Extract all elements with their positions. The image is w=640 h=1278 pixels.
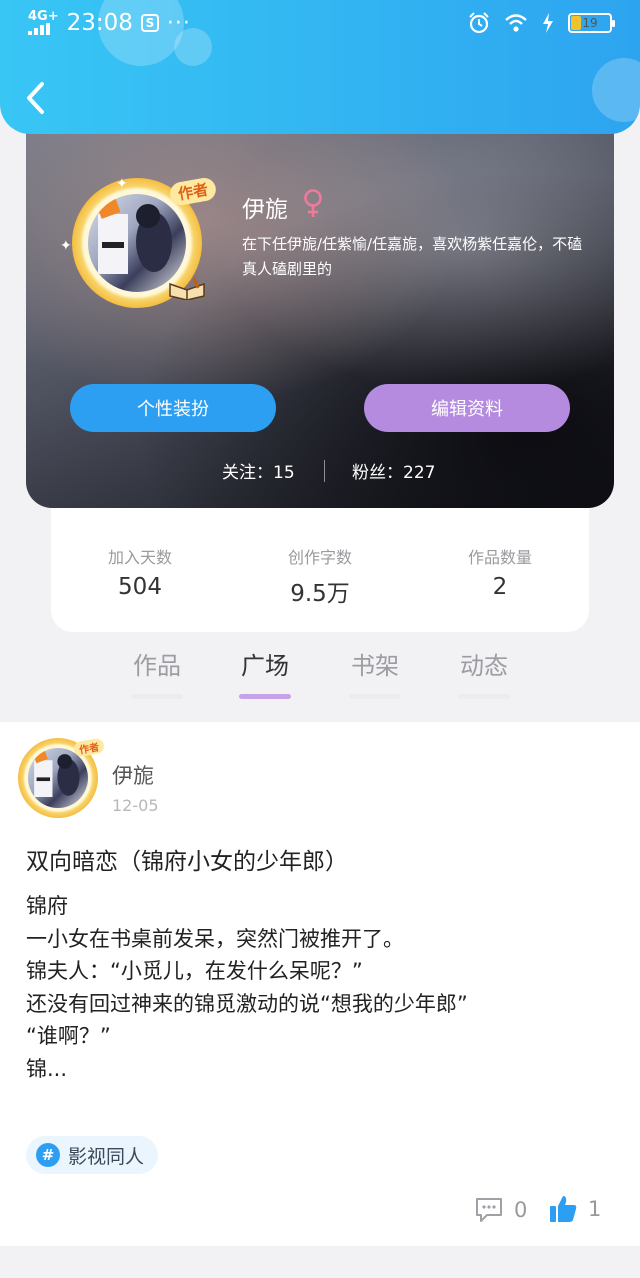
stat-value: 2	[492, 574, 508, 600]
thumbs-up-icon	[550, 1196, 577, 1222]
edit-profile-button[interactable]: 编辑资料	[364, 384, 570, 432]
status-time: 23:08	[66, 10, 133, 36]
app-header: 4G+ 23:08 S ··· 19	[0, 0, 640, 134]
profile-avatar[interactable]: 作者 ✦ ✦	[60, 176, 218, 308]
post-title[interactable]: 双向暗恋（锦府小女的少年郎）	[26, 842, 348, 876]
author-badge: 作者	[72, 737, 106, 758]
stat-label: 加入天数	[107, 548, 172, 567]
comment-button[interactable]: 0	[474, 1196, 527, 1224]
stat-join-days: 加入天数 504	[70, 544, 210, 600]
stat-label: 作品数量	[467, 548, 532, 567]
post-line: 锦夫人：“小觅儿，在发什么呆呢？”	[26, 959, 363, 983]
like-button[interactable]: 1	[548, 1194, 601, 1224]
tab-bookshelf[interactable]: 书架	[335, 646, 415, 699]
alarm-icon	[469, 12, 489, 34]
signal-icon: 4G+	[28, 10, 59, 35]
wifi-icon	[505, 14, 527, 32]
decor-bubble	[592, 58, 640, 122]
like-count: 1	[588, 1197, 602, 1221]
divider	[324, 460, 325, 482]
profile-card: 作者 ✦ ✦ 伊旎 在下任伊旎/任紫愉/任嘉旎，喜欢杨紫任嘉伦，不磕真人磕剧里的…	[26, 100, 614, 508]
stat-works-count: 作品数量 2	[430, 544, 570, 600]
post-card[interactable]: 作者 伊旎 12-05 双向暗恋（锦府小女的少年郎） 锦府 一小女在书桌前发呆，…	[0, 722, 640, 1246]
personal-style-button[interactable]: 个性装扮	[70, 384, 276, 432]
stat-value: 9.5万	[290, 581, 350, 607]
stat-label: 创作字数	[287, 548, 352, 567]
status-bar: 4G+ 23:08 S ··· 19	[0, 0, 640, 50]
user-name: 伊旎	[242, 197, 288, 223]
stat-value: 504	[118, 574, 162, 600]
fans-count[interactable]: 粉丝：227	[352, 458, 435, 483]
tab-works[interactable]: 作品	[117, 646, 197, 699]
post-line: 锦府	[26, 894, 68, 918]
post-line: 还没有回过神来的锦觅激动的说“想我的少年郎”	[26, 991, 468, 1016]
post-body[interactable]: 锦府 一小女在书桌前发呆，突然门被推开了。 锦夫人：“小觅儿，在发什么呆呢？” …	[26, 890, 616, 1085]
book-icon	[169, 277, 205, 300]
charging-icon	[543, 13, 553, 33]
topic-tag-label: 影视同人	[68, 1145, 145, 1168]
post-author-name[interactable]: 伊旎	[112, 760, 154, 790]
post-date: 12-05	[112, 796, 159, 815]
post-line: 一小女在书桌前发呆，突然门被推开了。	[26, 926, 404, 951]
post-line: 锦...	[26, 1056, 68, 1081]
author-badge: 作者	[168, 176, 218, 207]
follow-stats: 关注：15 粉丝：227	[26, 458, 614, 488]
sparkle-icon: ✦	[116, 176, 128, 192]
tab-square[interactable]: 广场	[225, 646, 305, 699]
female-icon	[304, 189, 322, 217]
stat-word-count: 创作字数 9.5万	[250, 544, 390, 608]
sparkle-icon: ✦	[60, 238, 72, 254]
notification-s-icon: S	[140, 14, 159, 32]
post-author-avatar[interactable]: 作者	[18, 737, 106, 818]
back-icon	[27, 82, 44, 114]
tab-activity[interactable]: 动态	[444, 646, 524, 699]
post-line: “谁啊？”	[26, 1024, 111, 1048]
topic-tag[interactable]: # 影视同人	[26, 1136, 159, 1174]
battery-icon: 19	[568, 13, 615, 33]
user-bio: 在下任伊旎/任紫愉/任嘉旎，喜欢杨紫任嘉伦，不磕真人磕剧里的	[242, 235, 583, 278]
tab-bar: 作品 广场 书架 动态	[0, 646, 640, 706]
following-count[interactable]: 关注：15	[222, 458, 295, 483]
hash-icon: #	[36, 1143, 60, 1167]
more-notifications: ···	[166, 10, 191, 36]
comment-icon	[476, 1198, 502, 1222]
back-button[interactable]	[22, 80, 52, 116]
comment-count: 0	[514, 1198, 528, 1222]
